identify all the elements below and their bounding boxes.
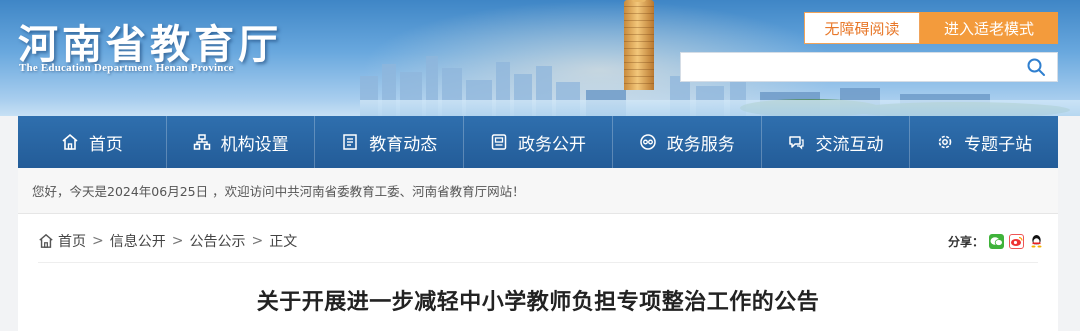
breadcrumb-separator: > — [251, 233, 264, 249]
news-icon — [343, 134, 358, 150]
nav-item-label: 政务服务 — [666, 134, 735, 155]
welcome-text: 您好，今天是2024年06月25日 ，欢迎访问中共河南省委教育工委、河南省教育厅… — [32, 184, 525, 199]
home-icon — [62, 133, 78, 150]
tower-rings — [624, 0, 654, 90]
document-icon — [491, 134, 507, 150]
welcome-bar: 您好，今天是2024年06月25日 ，欢迎访问中共河南省委教育工委、河南省教育厅… — [18, 168, 1058, 214]
breadcrumb-home-link[interactable]: 首页 — [58, 231, 86, 251]
nav-item-label: 政务公开 — [518, 134, 587, 155]
nav-item-education-news[interactable]: 教育动态 — [314, 116, 463, 168]
chat-icon — [789, 136, 805, 150]
service-icon — [639, 134, 656, 150]
breadcrumb-current: 正文 — [269, 234, 298, 250]
site-subtitle: The Education Department Henan Province — [19, 62, 234, 74]
lake-water — [360, 100, 1080, 116]
elderly-mode-button[interactable]: 进入适老模式 — [920, 12, 1058, 44]
main-nav: 首页 机构设置 教育动态 政务公开 政务服务 交流互动 专题子站 — [18, 116, 1058, 168]
qq-icon[interactable] — [1029, 233, 1044, 249]
breadcrumb: 首页 > 信息公开 > 公告公示 > 正文 — [38, 230, 297, 252]
search-input[interactable] — [680, 52, 1058, 82]
nav-item-government-affairs[interactable]: 政务公开 — [463, 116, 612, 168]
breadcrumb-announcements-link[interactable]: 公告公示 — [189, 231, 245, 251]
content-panel: 您好，今天是2024年06月25日 ，欢迎访问中共河南省委教育工委、河南省教育厅… — [18, 168, 1058, 331]
nav-item-label: 机构设置 — [220, 134, 289, 155]
home-icon — [39, 233, 53, 248]
nav-item-label: 专题子站 — [964, 134, 1033, 155]
weibo-icon[interactable] — [1009, 233, 1024, 249]
search-icon — [1027, 58, 1045, 76]
wechat-icon[interactable] — [989, 233, 1004, 249]
org-icon — [193, 134, 210, 150]
breadcrumb-separator: > — [171, 233, 184, 249]
accessible-reading-button[interactable]: 无障碍阅读 — [804, 12, 920, 44]
nav-item-home[interactable]: 首页 — [18, 116, 166, 168]
gear-icon — [938, 135, 952, 149]
search-button[interactable] — [1020, 54, 1052, 80]
nav-item-interaction[interactable]: 交流互动 — [760, 116, 910, 168]
nav-item-organization[interactable]: 机构设置 — [165, 116, 315, 168]
nav-item-government-services[interactable]: 政务服务 — [611, 116, 761, 168]
nav-item-special-sites[interactable]: 专题子站 — [909, 116, 1058, 168]
breadcrumb-info-disclosure-link[interactable]: 信息公开 — [110, 231, 166, 251]
nav-item-label: 首页 — [88, 134, 123, 155]
nav-item-label: 教育动态 — [369, 134, 438, 155]
share-bar: 分享： — [948, 230, 1044, 252]
breadcrumb-separator: > — [92, 233, 104, 249]
nav-item-label: 交流互动 — [815, 134, 884, 155]
share-label: 分享： — [947, 234, 984, 249]
article-title: 关于开展进一步减轻中小学教师负担专项整治工作的公告 — [256, 290, 820, 315]
divider — [38, 262, 1038, 263]
